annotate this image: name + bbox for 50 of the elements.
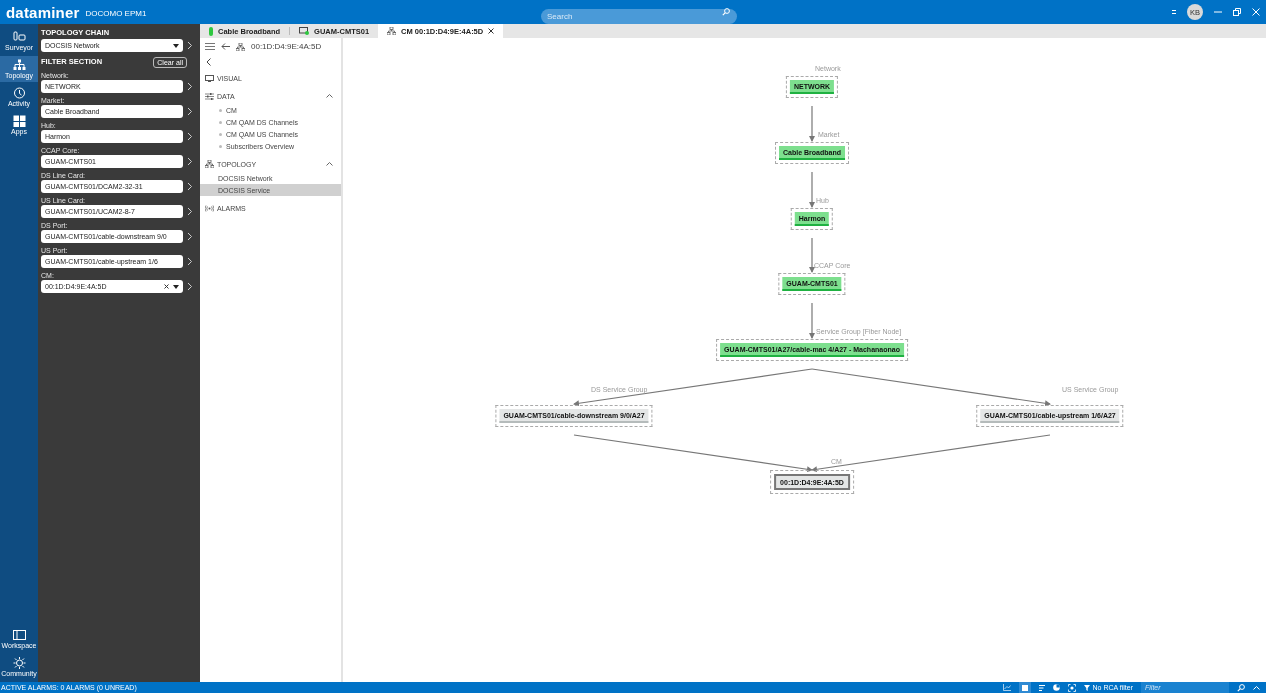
clear-icon[interactable] — [164, 284, 169, 289]
topology-icon — [236, 42, 245, 51]
caret-icon[interactable] — [173, 284, 179, 289]
signal-icon — [205, 204, 214, 212]
connector-arrow — [809, 302, 815, 339]
system-name: DOCOMO EPM1 — [85, 8, 147, 18]
focus-icon[interactable] — [1067, 683, 1076, 692]
connector-arrow — [809, 171, 815, 208]
connector-arrow — [809, 105, 815, 142]
connector-arrow — [809, 237, 815, 273]
topology-icon — [387, 27, 397, 35]
list-icon — [1021, 684, 1028, 691]
trend-chart-icon[interactable] — [1002, 684, 1011, 691]
topology-icon — [12, 59, 26, 71]
search-icon[interactable] — [1237, 683, 1245, 692]
app-logo: dataminer — [6, 3, 80, 21]
sun-icon — [12, 657, 26, 669]
chevron-icon[interactable] — [187, 207, 193, 216]
filter-icon — [1083, 684, 1090, 691]
collapse-chevron-icon[interactable] — [206, 58, 211, 66]
close-icon[interactable] — [488, 28, 495, 34]
monitor-icon — [205, 74, 214, 82]
chevron-icon[interactable] — [187, 232, 193, 241]
pie-chart-icon[interactable] — [1052, 684, 1060, 691]
status-pill-icon — [209, 26, 213, 36]
sort-icon[interactable] — [1038, 684, 1045, 691]
back-arrow-icon[interactable] — [221, 43, 230, 50]
restore-icon[interactable] — [1233, 8, 1241, 16]
caret-icon — [173, 43, 179, 48]
list-view-button[interactable] — [1018, 682, 1031, 693]
search-field[interactable]: Search — [541, 8, 737, 24]
chevron-icon[interactable] — [187, 82, 193, 91]
topology-icon — [205, 160, 214, 168]
sliders-icon — [205, 92, 214, 100]
panels-icon — [12, 31, 26, 43]
menu-icon[interactable] — [205, 43, 215, 50]
grid-icon — [12, 115, 26, 127]
chevron-icon[interactable] — [187, 157, 193, 166]
chevron-icon[interactable] — [187, 182, 193, 191]
clock-icon — [12, 87, 26, 99]
chevron-icon[interactable] — [187, 132, 193, 141]
monitor-icon — [299, 27, 310, 35]
search-icon[interactable] — [722, 8, 730, 16]
chevron-icon[interactable] — [187, 41, 193, 50]
chevron-icon[interactable] — [187, 107, 193, 116]
chevron-icon[interactable] — [187, 257, 193, 266]
sidebar-panel-icon — [12, 629, 26, 641]
page-title: 00:1D:D4:9E:4A:5D — [251, 42, 322, 51]
chevron-up-icon[interactable] — [1253, 685, 1260, 690]
chevron-icon[interactable] — [187, 282, 193, 291]
